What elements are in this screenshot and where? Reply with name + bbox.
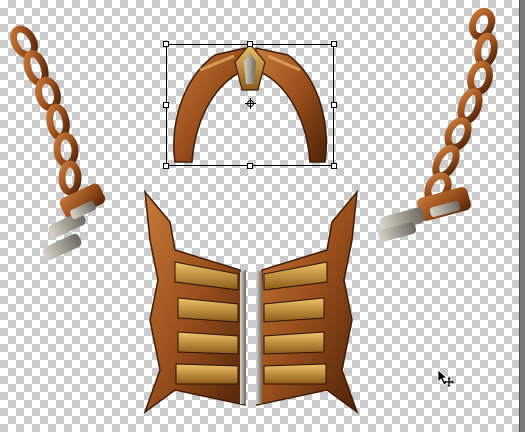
transform-handle-top-right[interactable] — [331, 41, 337, 47]
chain-left-clasp[interactable] — [41, 182, 107, 262]
transform-handle-top-left[interactable] — [163, 41, 169, 47]
transform-handle-left[interactable] — [163, 102, 169, 108]
transform-handle-right[interactable] — [331, 102, 337, 108]
chain-left[interactable] — [9, 25, 82, 196]
move-cursor-icon — [437, 369, 454, 387]
transform-handle-bottom[interactable] — [247, 163, 253, 169]
chain-right[interactable] — [424, 7, 498, 204]
transform-handle-bottom-left[interactable] — [163, 163, 169, 169]
transform-handle-bottom-right[interactable] — [331, 163, 337, 169]
breastplate[interactable] — [143, 189, 359, 415]
pivot-point-icon[interactable] — [245, 98, 256, 109]
artwork-layer — [9, 7, 498, 415]
transform-handle-top[interactable] — [247, 41, 253, 47]
